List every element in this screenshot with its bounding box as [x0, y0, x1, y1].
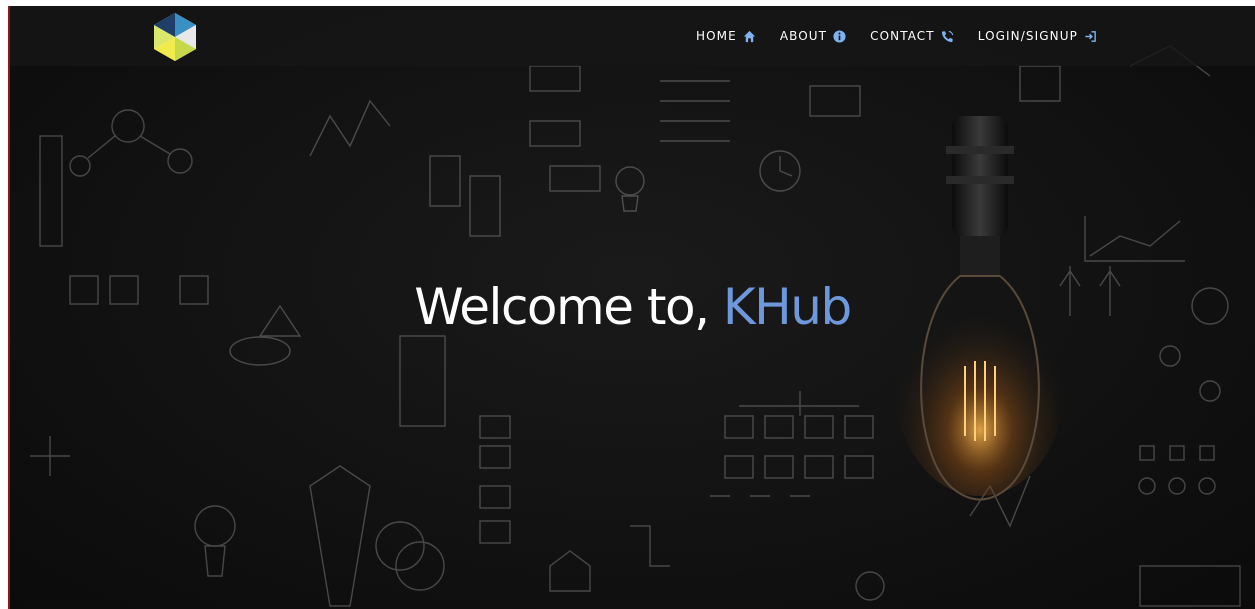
nav-contact-link[interactable]: CONTACT	[870, 29, 954, 43]
nav-menu: HOME ABOUT CONTACT LOGIN/SIGNUP	[696, 26, 1121, 46]
page: HOME ABOUT CONTACT LOGIN/SIGNUP Welcome …	[0, 0, 1255, 609]
nav-about-label: ABOUT	[779, 29, 828, 43]
nav-about-link[interactable]: ABOUT	[780, 29, 846, 43]
nav-login-signup-link[interactable]: LOGIN/SIGNUP	[978, 29, 1097, 43]
hero-brand-name: KHub	[722, 278, 852, 336]
info-icon	[833, 29, 846, 43]
nav-home-label: HOME	[696, 29, 737, 43]
home-icon	[743, 30, 755, 42]
top-navbar: HOME ABOUT CONTACT LOGIN/SIGNUP	[10, 6, 1255, 66]
hero-greeting-text: Welcome to,	[414, 278, 710, 336]
hexagon-logo-icon[interactable]	[148, 10, 202, 64]
hero-section: HOME ABOUT CONTACT LOGIN/SIGNUP Welcome …	[10, 6, 1255, 609]
hero-welcome-heading: Welcome to, KHub	[10, 278, 1255, 336]
sign-in-icon	[1085, 30, 1096, 42]
nav-contact-label: CONTACT	[870, 29, 935, 43]
phone-icon	[941, 30, 953, 42]
nav-login-signup-label: LOGIN/SIGNUP	[977, 29, 1078, 43]
nav-home-link[interactable]: HOME	[696, 29, 756, 43]
